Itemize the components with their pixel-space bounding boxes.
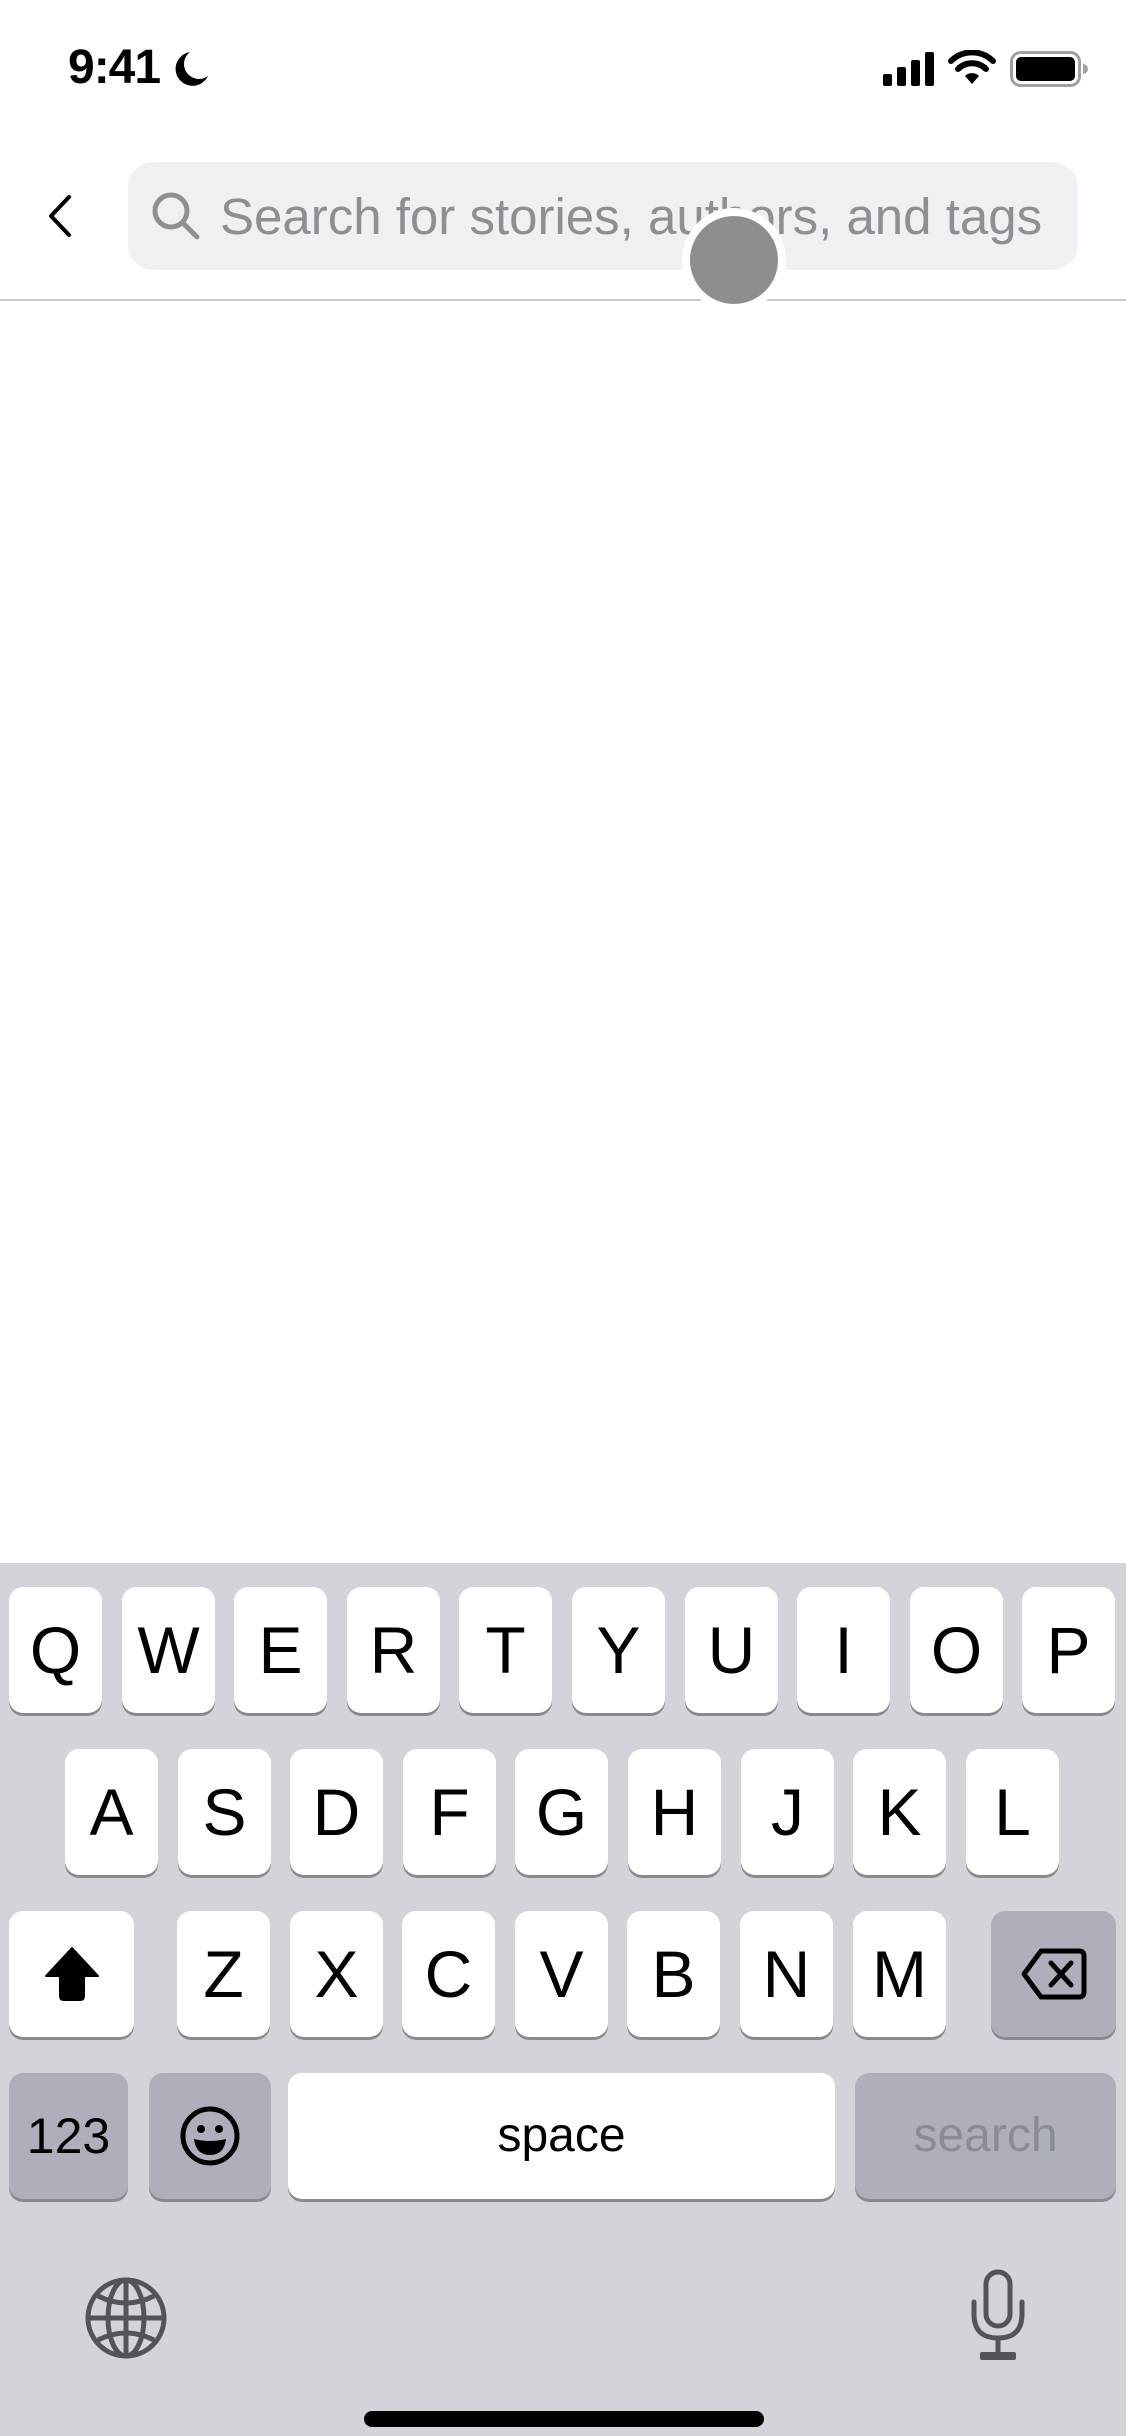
search-return-key-label: search [913, 2109, 1058, 2162]
key-s[interactable]: S [178, 1749, 271, 1875]
wifi-icon [948, 50, 996, 84]
key-label: A [89, 1775, 134, 1849]
key-i[interactable]: I [797, 1587, 890, 1713]
chevron-left-icon [49, 195, 71, 237]
key-d[interactable]: D [290, 1749, 383, 1875]
key-label: I [834, 1613, 853, 1687]
key-label: P [1046, 1613, 1091, 1687]
key-label: U [707, 1613, 756, 1687]
back-button[interactable] [34, 180, 86, 252]
numbers-key[interactable]: 123 [9, 2073, 128, 2199]
key-label: R [369, 1613, 418, 1687]
key-label: S [202, 1775, 247, 1849]
numbers-key-label: 123 [26, 2108, 111, 2164]
key-label: F [429, 1775, 470, 1849]
moon-icon [175, 52, 208, 86]
key-g[interactable]: G [515, 1749, 608, 1875]
key-label: X [314, 1937, 359, 2011]
key-h[interactable]: H [628, 1749, 721, 1875]
key-label: G [535, 1775, 588, 1849]
key-label: Z [203, 1937, 244, 2011]
search-results-area [0, 301, 1126, 1563]
key-x[interactable]: X [290, 1911, 383, 2037]
touch-indicator-dot [690, 216, 778, 304]
key-m[interactable]: M [853, 1911, 946, 2037]
key-o[interactable]: O [910, 1587, 1003, 1713]
search-return-key[interactable]: search [855, 2073, 1116, 2199]
key-y[interactable]: Y [572, 1587, 665, 1713]
key-label: W [137, 1613, 200, 1687]
key-z[interactable]: Z [177, 1911, 270, 2037]
key-label: T [485, 1613, 526, 1687]
key-label: H [650, 1775, 699, 1849]
key-u[interactable]: U [685, 1587, 778, 1713]
key-j[interactable]: J [741, 1749, 834, 1875]
emoji-smiley-icon [180, 2106, 240, 2166]
key-label: L [994, 1775, 1031, 1849]
key-f[interactable]: F [403, 1749, 496, 1875]
key-label: D [312, 1775, 361, 1849]
key-label: M [872, 1937, 927, 2011]
key-label: O [930, 1613, 983, 1687]
key-a[interactable]: A [65, 1749, 158, 1875]
key-label: C [424, 1937, 473, 2011]
key-p[interactable]: P [1022, 1587, 1115, 1713]
magnifying-glass-icon [152, 192, 200, 240]
key-c[interactable]: C [402, 1911, 495, 2037]
space-key[interactable]: space [288, 2073, 835, 2199]
search-field[interactable] [128, 162, 1078, 270]
delete-backspace-icon [1021, 1948, 1086, 2000]
key-b[interactable]: B [627, 1911, 720, 2037]
key-r[interactable]: R [347, 1587, 440, 1713]
search-input[interactable] [220, 162, 1060, 270]
status-time: 9:41 [68, 41, 161, 94]
cellular-signal-icon [883, 52, 934, 86]
key-v[interactable]: V [515, 1911, 608, 2037]
key-w[interactable]: W [122, 1587, 215, 1713]
emoji-key[interactable] [149, 2073, 271, 2199]
shift-key[interactable] [9, 1911, 134, 2037]
key-label: V [539, 1937, 584, 2011]
key-label: J [771, 1775, 804, 1849]
key-label: Q [29, 1613, 82, 1687]
key-k[interactable]: K [853, 1749, 946, 1875]
delete-key[interactable] [991, 1911, 1116, 2037]
microphone-icon[interactable] [966, 2268, 1030, 2364]
shift-arrow-icon [44, 1947, 99, 2001]
key-n[interactable]: N [740, 1911, 833, 2037]
key-q[interactable]: Q [9, 1587, 102, 1713]
key-label: K [877, 1775, 922, 1849]
key-e[interactable]: E [234, 1587, 327, 1713]
home-indicator [364, 2411, 764, 2427]
space-key-label: space [497, 2109, 626, 2162]
key-label: E [258, 1613, 303, 1687]
touch-indicator [682, 208, 786, 312]
key-t[interactable]: T [459, 1587, 552, 1713]
key-label: N [762, 1937, 811, 2011]
battery-icon [1010, 51, 1088, 87]
key-label: B [651, 1937, 696, 2011]
key-l[interactable]: L [966, 1749, 1059, 1875]
key-label: Y [596, 1613, 641, 1687]
globe-icon[interactable] [84, 2276, 168, 2360]
keyboard: QWERTYU I OP ASDFGHJKL ZXCVBNM 123 space s… [0, 1563, 1126, 2436]
